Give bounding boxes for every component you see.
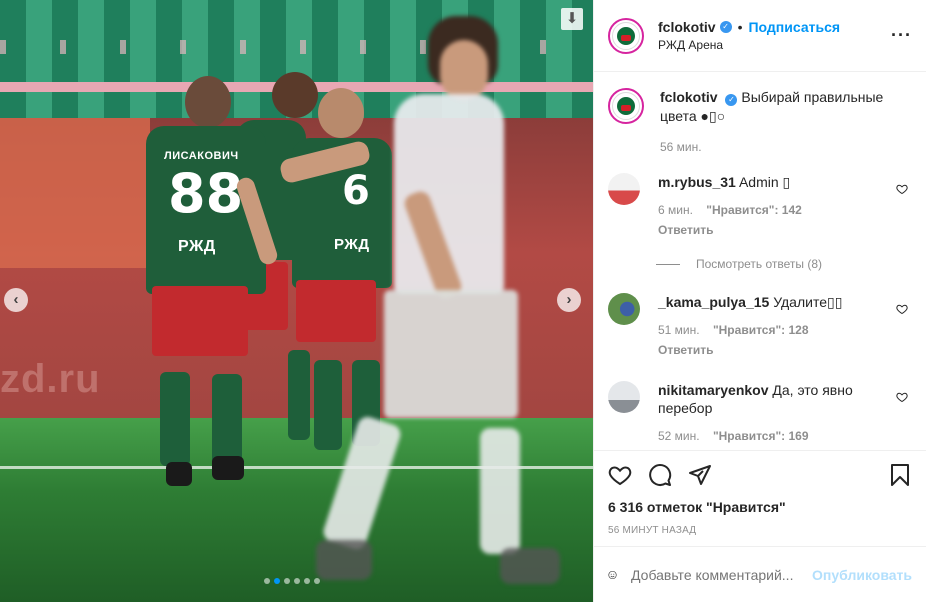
like-comment-heart-icon[interactable]	[896, 303, 908, 315]
comments-list[interactable]: fclokotiv ✓ Выбирай правильные цвета ●▯○…	[594, 72, 926, 450]
posted-ago: 56 МИНУТ НАЗАД	[608, 525, 697, 536]
comment-username[interactable]: _kama_pulya_15	[658, 294, 769, 310]
commenter-avatar[interactable]	[608, 173, 640, 205]
like-heart-icon[interactable]	[608, 463, 632, 487]
carousel-dot	[264, 578, 270, 584]
comment-bubble-icon[interactable]	[648, 463, 672, 487]
comment-item: _kama_pulya_15 Удалите▯▯ 51 мин. "Нравит…	[608, 293, 912, 359]
likes-count[interactable]: 6 316 отметок "Нравится"	[608, 499, 912, 515]
player-88-name: ЛИСАКОВИЧ	[164, 150, 239, 162]
player-right-number: 6	[342, 168, 370, 214]
post-photo[interactable]: zd.ru 6 РЖД ЛИСАКОВИЧ 88 РЖД ⬇ ‹ ›	[0, 0, 593, 602]
author-username[interactable]: fclokotiv	[658, 19, 716, 35]
lokomotiv-logo-icon	[617, 97, 635, 115]
comment-text: Admin ▯	[738, 174, 791, 190]
verified-badge-icon: ✓	[725, 94, 738, 106]
reply-button[interactable]: Ответить	[658, 221, 882, 239]
post-actions: 6 316 отметок "Нравится" 56 МИНУТ НАЗАД	[594, 450, 926, 546]
caption-time: 56 мин.	[660, 140, 702, 154]
comment-likes[interactable]: "Нравится": 169	[713, 429, 809, 443]
caption-avatar[interactable]	[608, 88, 644, 124]
reply-button[interactable]: Ответить	[658, 341, 882, 359]
comment-username[interactable]: nikitamaryenkov	[658, 382, 769, 398]
caption-username[interactable]: fclokotiv	[660, 89, 718, 105]
post-caption: fclokotiv ✓ Выбирай правильные цвета ●▯○…	[608, 88, 912, 157]
comment-time: 51 мин.	[658, 323, 700, 337]
comment-time: 52 мин.	[658, 429, 700, 443]
carousel-dot	[304, 578, 310, 584]
comment-time: 6 мин.	[658, 203, 693, 217]
publish-button[interactable]: Опубликовать	[812, 567, 912, 583]
player-88-sponsor: РЖД	[178, 238, 216, 255]
more-options-icon[interactable]: ···	[891, 25, 912, 46]
like-comment-heart-icon[interactable]	[896, 183, 908, 195]
like-comment-heart-icon[interactable]	[896, 391, 908, 403]
post-location[interactable]: РЖД Арена	[658, 38, 891, 52]
add-comment-bar: Опубликовать	[594, 546, 926, 602]
download-icon[interactable]: ⬇	[561, 8, 583, 30]
post-side-panel: fclokotiv ✓ • Подписаться РЖД Арена ··· …	[593, 0, 926, 602]
bookmark-icon[interactable]	[888, 463, 912, 487]
player-right-sponsor: РЖД	[334, 236, 370, 253]
carousel-indicator	[264, 578, 320, 584]
comment-likes[interactable]: "Нравится": 128	[713, 323, 809, 337]
separator-dot: •	[737, 19, 743, 35]
author-avatar[interactable]	[608, 17, 644, 54]
commenter-avatar[interactable]	[608, 293, 640, 325]
prev-photo-button[interactable]: ‹	[4, 288, 28, 312]
lokomotiv-logo-icon	[617, 26, 635, 45]
carousel-dot	[314, 578, 320, 584]
board-highlight	[0, 118, 150, 268]
comment-item: nikitamaryenkov Да, это явно перебор 52 …	[608, 381, 912, 445]
instagram-post: zd.ru 6 РЖД ЛИСАКОВИЧ 88 РЖД ⬇ ‹ › fclok…	[0, 0, 926, 602]
player-88-number: 88	[168, 162, 244, 225]
comment-text: Удалите▯▯	[773, 294, 843, 310]
carousel-dot	[294, 578, 300, 584]
board-text: zd.ru	[0, 357, 101, 401]
carousel-dot-active	[274, 578, 280, 584]
next-photo-button[interactable]: ›	[557, 288, 581, 312]
verified-badge-icon: ✓	[719, 21, 732, 33]
view-replies-button[interactable]: Посмотреть ответы (8)	[656, 257, 912, 271]
comment-likes[interactable]: "Нравится": 142	[706, 203, 802, 217]
emoji-icon[interactable]	[608, 563, 617, 587]
share-plane-icon[interactable]	[688, 463, 712, 487]
carousel-dot	[284, 578, 290, 584]
post-header: fclokotiv ✓ • Подписаться РЖД Арена ···	[594, 0, 926, 72]
comment-item: m.rybus_31 Admin ▯ 6 мин. "Нравится": 14…	[608, 173, 912, 239]
comment-username[interactable]: m.rybus_31	[658, 174, 736, 190]
follow-button[interactable]: Подписаться	[748, 19, 840, 35]
add-comment-input[interactable]	[631, 566, 813, 583]
commenter-avatar[interactable]	[608, 381, 640, 413]
